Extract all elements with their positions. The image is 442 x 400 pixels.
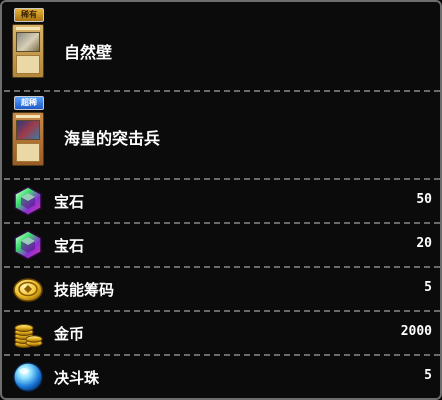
item-quantity: 2000 (400, 324, 432, 339)
skill-chip-icon (13, 278, 43, 302)
gold-coins-icon (14, 324, 43, 348)
item-quantity: 5 (424, 368, 432, 383)
reward-item-row[interactable]: 宝石 50 (4, 180, 440, 222)
item-label: 宝石 (54, 193, 85, 211)
rarity-badge: 超稀 (14, 96, 44, 110)
item-quantity: 50 (416, 192, 432, 207)
reward-list-panel: 稀有 自然壁 超稀 海皇的突击兵 宝石 50 宝石 20 技能筹码 5 金币 2… (0, 0, 442, 400)
duel-orb-icon (13, 362, 43, 392)
card-name: 自然壁 (64, 43, 113, 62)
gem-icon (14, 230, 42, 260)
item-label: 金币 (54, 325, 85, 343)
reward-item-row[interactable]: 技能筹码 5 (4, 268, 440, 310)
item-label: 技能筹码 (54, 281, 115, 299)
reward-item-row[interactable]: 决斗珠 5 (4, 356, 440, 398)
reward-card-row[interactable]: 稀有 自然壁 (4, 4, 440, 92)
item-quantity: 20 (416, 236, 432, 251)
reward-card-row[interactable]: 超稀 海皇的突击兵 (4, 92, 440, 180)
item-label: 决斗珠 (54, 369, 100, 387)
reward-item-row[interactable]: 宝石 20 (4, 224, 440, 266)
card-thumbnail-icon (12, 112, 44, 166)
card-name: 海皇的突击兵 (64, 129, 161, 148)
card-thumbnail-icon (12, 24, 44, 78)
gem-icon (14, 186, 42, 216)
item-label: 宝石 (54, 237, 85, 255)
reward-item-row[interactable]: 金币 2000 (4, 312, 440, 354)
item-quantity: 5 (424, 280, 432, 295)
rarity-badge: 稀有 (14, 8, 44, 22)
